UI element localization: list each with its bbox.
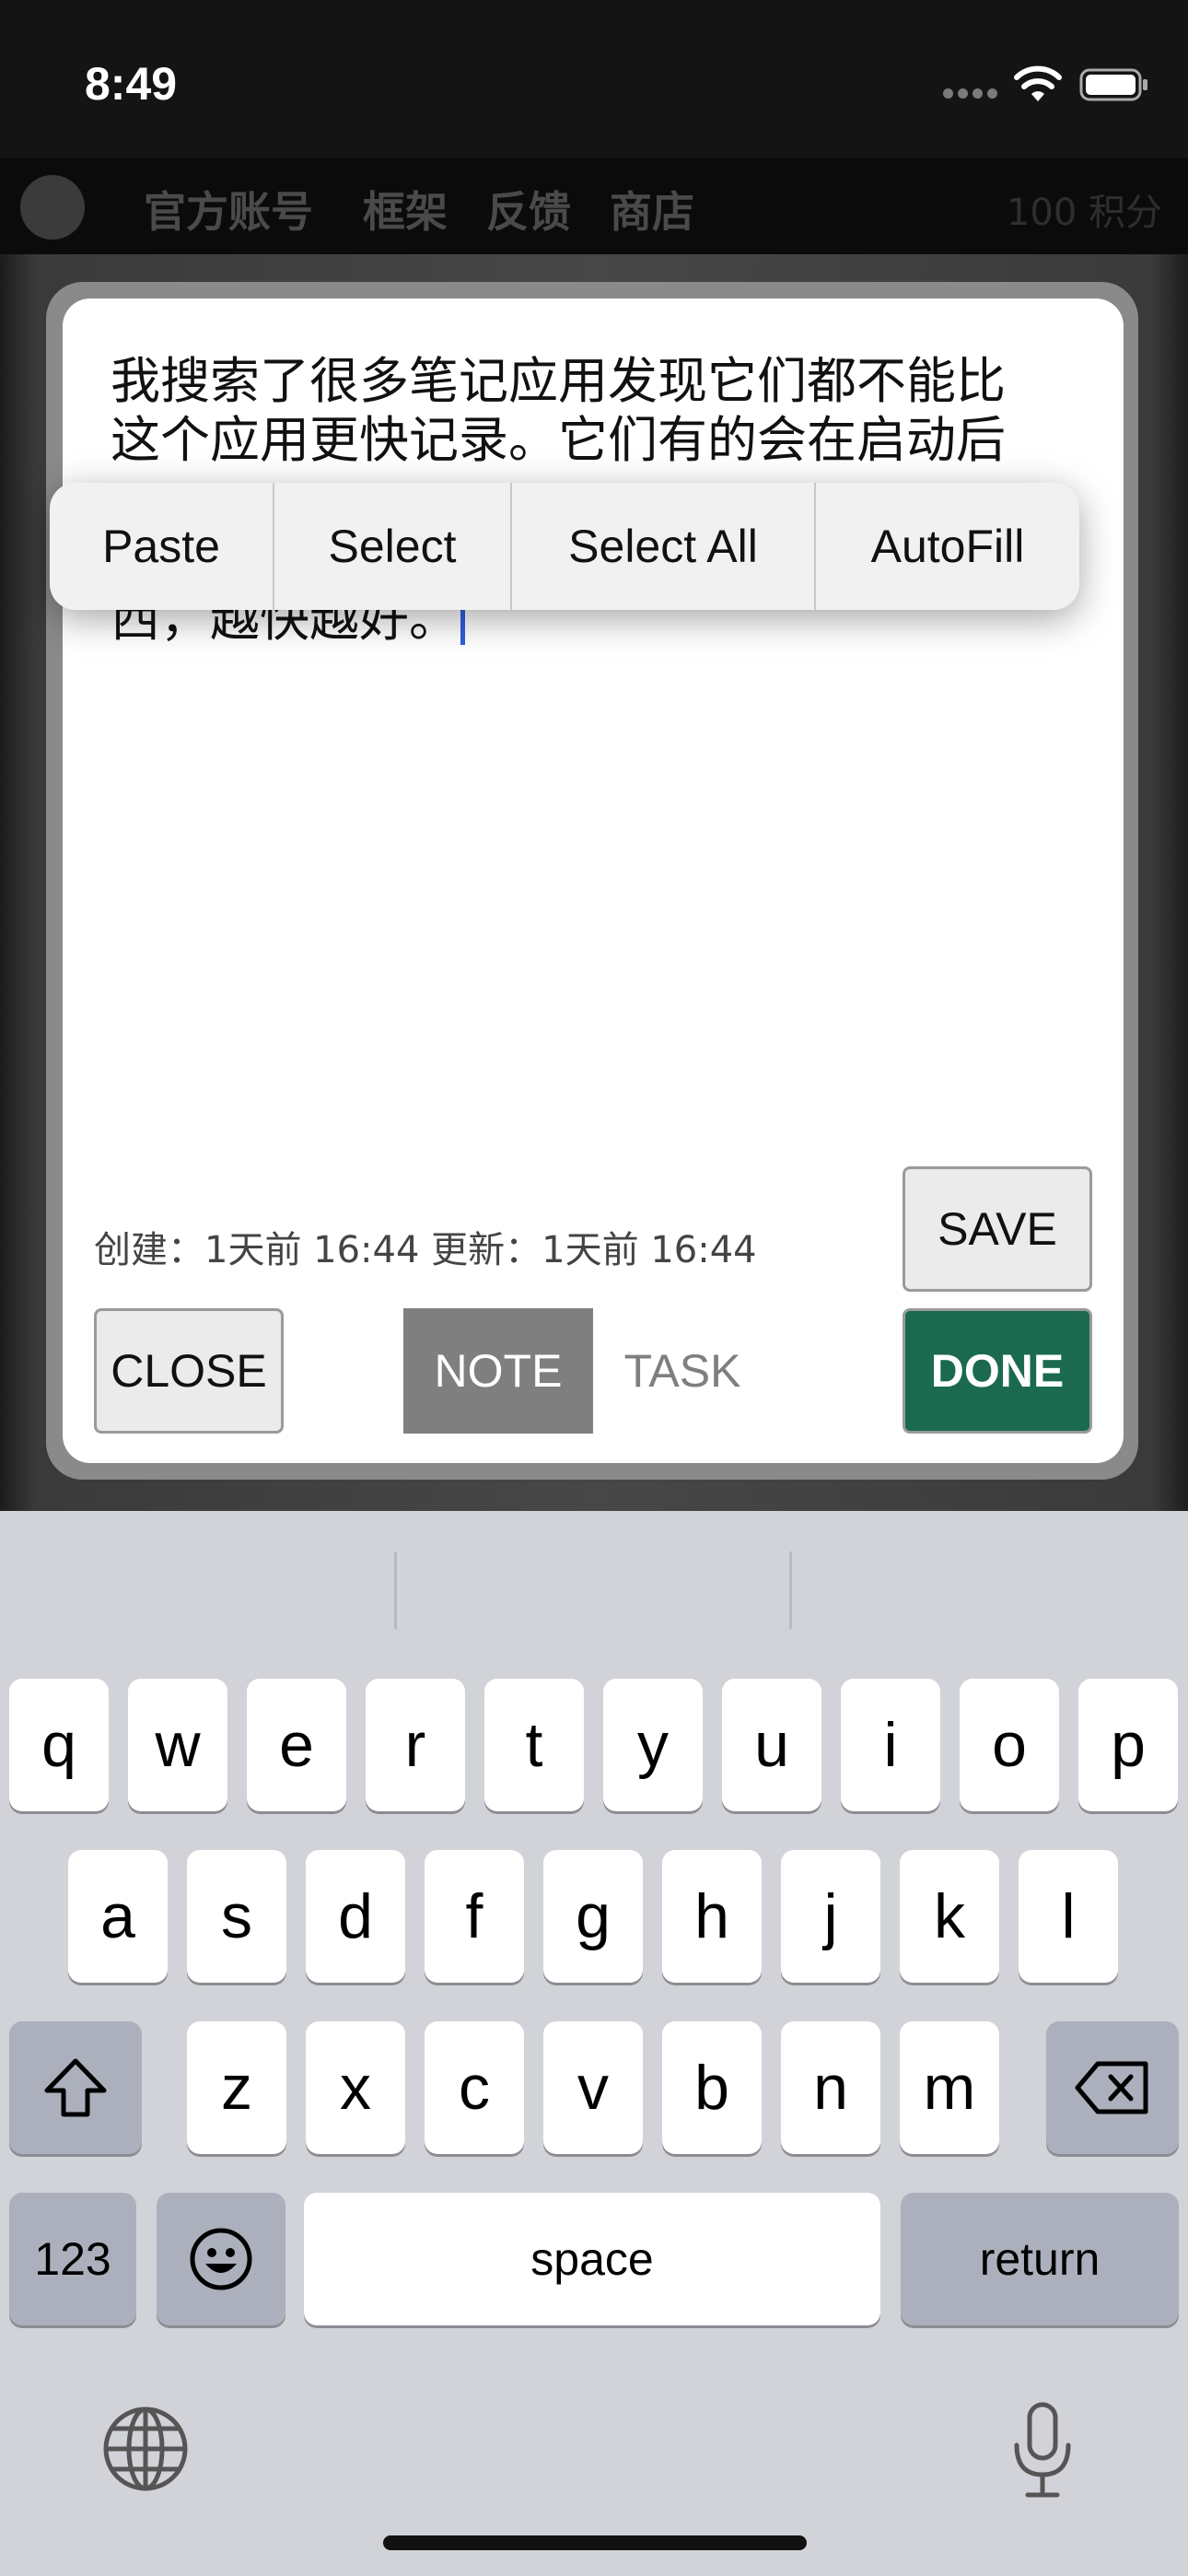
done-button[interactable]: DONE xyxy=(903,1308,1092,1434)
delete-key[interactable] xyxy=(1046,2021,1179,2154)
key-p[interactable]: p xyxy=(1078,1679,1178,1811)
wifi-icon xyxy=(1014,65,1062,101)
return-key[interactable]: return xyxy=(901,2193,1179,2325)
key-f[interactable]: f xyxy=(425,1850,524,1983)
points-badge: 100 积分 xyxy=(1006,192,1162,234)
save-button[interactable]: SAVE xyxy=(903,1166,1092,1292)
menu-item-paste[interactable]: Paste xyxy=(50,483,273,610)
numbers-key[interactable]: 123 xyxy=(9,2193,136,2325)
delete-icon xyxy=(1075,2061,1148,2114)
shift-key[interactable] xyxy=(9,2021,142,2154)
microphone-icon[interactable] xyxy=(1009,2401,1076,2500)
key-u[interactable]: u xyxy=(722,1679,821,1811)
app-logo-icon xyxy=(20,175,85,240)
menu-item-autofill[interactable]: AutoFill xyxy=(816,483,1079,610)
nav-item-official-account[interactable]: 官方账号 xyxy=(144,179,313,240)
note-timestamps: 创建：1天前 16:44 更新：1天前 16:44 xyxy=(94,1229,757,1271)
key-c[interactable]: c xyxy=(425,2021,524,2154)
tab-note[interactable]: NOTE xyxy=(403,1308,593,1434)
key-a[interactable]: a xyxy=(68,1850,168,1983)
key-i[interactable]: i xyxy=(841,1679,940,1811)
key-z[interactable]: z xyxy=(187,2021,286,2154)
key-e[interactable]: e xyxy=(247,1679,346,1811)
emoji-key[interactable] xyxy=(157,2193,285,2325)
key-s[interactable]: s xyxy=(187,1850,286,1983)
key-t[interactable]: t xyxy=(484,1679,584,1811)
key-r[interactable]: r xyxy=(366,1679,465,1811)
menu-item-select-all[interactable]: Select All xyxy=(512,483,814,610)
key-x[interactable]: x xyxy=(306,2021,405,2154)
key-q[interactable]: q xyxy=(9,1679,109,1811)
shift-icon xyxy=(44,2058,107,2117)
key-h[interactable]: h xyxy=(662,1850,762,1983)
key-n[interactable]: n xyxy=(781,2021,880,2154)
key-w[interactable]: w xyxy=(128,1679,227,1811)
home-indicator xyxy=(383,2535,807,2550)
nav-item-store[interactable]: 商店 xyxy=(610,179,694,240)
key-j[interactable]: j xyxy=(781,1850,880,1983)
battery-icon xyxy=(1079,68,1147,101)
key-k[interactable]: k xyxy=(900,1850,999,1983)
key-m[interactable]: m xyxy=(900,2021,999,2154)
cellular-signal-icon xyxy=(943,88,998,100)
status-bar: 8:49 xyxy=(0,0,1188,158)
key-g[interactable]: g xyxy=(543,1850,643,1983)
key-y[interactable]: y xyxy=(603,1679,703,1811)
app-nav-bar: 官方账号 框架 反馈 商店 100 积分 xyxy=(0,158,1188,254)
nav-item-feedback[interactable]: 反馈 xyxy=(486,179,571,240)
nav-item-framework[interactable]: 框架 xyxy=(363,179,448,240)
prediction-divider xyxy=(789,1551,792,1629)
emoji-icon xyxy=(190,2228,252,2290)
close-button[interactable]: CLOSE xyxy=(94,1308,284,1434)
note-editor-modal: 我搜索了很多笔记应用发现它们都不能比 这个应用更快记录。它们有的会在启动后 的。… xyxy=(63,299,1124,1463)
key-o[interactable]: o xyxy=(960,1679,1059,1811)
globe-icon[interactable] xyxy=(101,2405,190,2493)
menu-item-select[interactable]: Select xyxy=(274,483,510,610)
key-d[interactable]: d xyxy=(306,1850,405,1983)
key-v[interactable]: v xyxy=(543,2021,643,2154)
space-key[interactable]: space xyxy=(304,2193,880,2325)
edit-context-menu: Paste Select Select All AutoFill xyxy=(50,483,1079,610)
tab-task[interactable]: TASK xyxy=(606,1308,759,1434)
prediction-divider xyxy=(394,1551,397,1629)
key-l[interactable]: l xyxy=(1019,1850,1118,1983)
status-time: 8:49 xyxy=(85,58,178,110)
key-b[interactable]: b xyxy=(662,2021,762,2154)
